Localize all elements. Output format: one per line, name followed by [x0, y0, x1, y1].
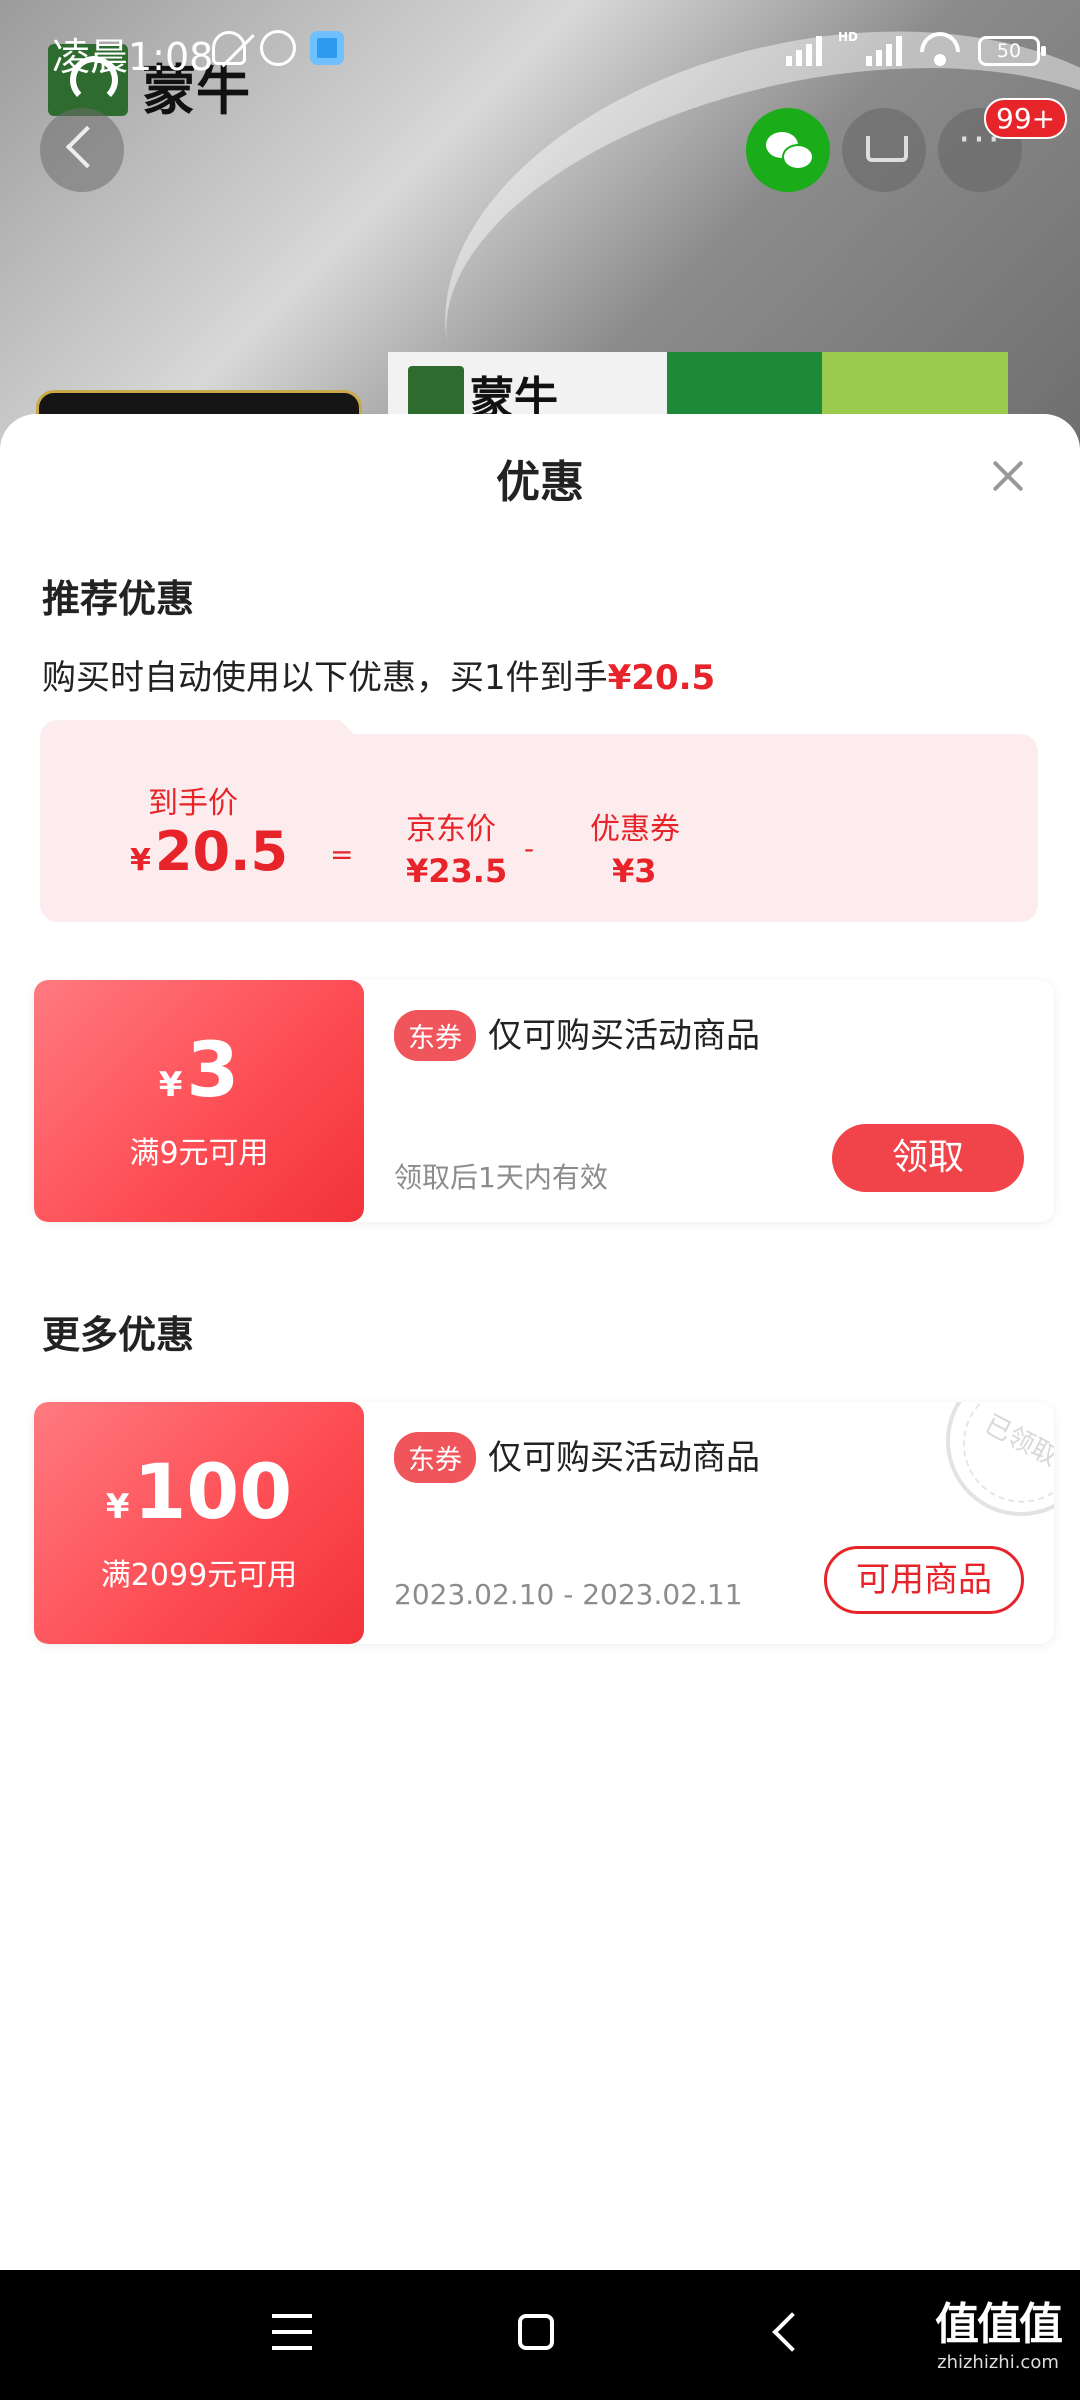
jd-price-value: ¥23.5 — [406, 852, 508, 890]
coupon-condition: 满9元可用 — [129, 1136, 269, 1171]
claimed-stamp: 已领取 — [919, 1402, 1054, 1543]
watermark: 值值值 zhizhizhi.com — [928, 2288, 1068, 2373]
coupon-deduction-label: 优惠券 — [590, 812, 680, 847]
coupon-amount-panel: ¥100 满2099元可用 — [34, 1402, 364, 1644]
watermark-site: zhizhizhi.com — [937, 2352, 1059, 2373]
more-section-title: 更多优惠 — [42, 1313, 195, 1357]
recommended-section-title: 推荐优惠 — [42, 577, 195, 621]
signal-2-icon — [866, 34, 902, 66]
message-count-badge: 99+ — [984, 98, 1068, 139]
description-price: ¥20.5 — [607, 658, 716, 698]
coupon-scope: 仅可购买活动商品 — [488, 1438, 760, 1478]
coupon-card: ¥3 满9元可用 东券 仅可购买活动商品 领取后1天内有效 领取 — [34, 980, 1054, 1222]
price-breakdown: 到手价 ¥20.5 = 京东价 ¥23.5 - 优惠券 ¥3 — [40, 720, 1038, 922]
recents-menu-icon[interactable] — [272, 2314, 312, 2350]
signal-icon — [785, 34, 822, 66]
minus-sign: - — [524, 832, 535, 865]
description-text: 购买时自动使用以下优惠，买1件到手 — [42, 658, 608, 698]
final-price-label: 到手价 — [148, 786, 238, 821]
coupon-condition: 满2099元可用 — [100, 1558, 298, 1593]
cart-button[interactable] — [842, 108, 926, 192]
app-notification-icon — [310, 31, 344, 65]
wechat-share-button[interactable] — [746, 108, 830, 192]
coupon-amount-panel: ¥3 满9元可用 — [34, 980, 364, 1222]
hd-label: HD — [837, 30, 858, 44]
coupon-amount: ¥100 — [105, 1447, 293, 1536]
watermark-text: 值值值 — [935, 2299, 1063, 2350]
coupon-validity: 领取后1天内有效 — [394, 1161, 608, 1194]
home-icon[interactable] — [518, 2314, 554, 2350]
status-icons-left — [212, 30, 344, 66]
coupon-type-tag: 东券 — [394, 1010, 476, 1061]
recommended-description: 购买时自动使用以下优惠，买1件到手¥20.5 — [42, 650, 715, 699]
jd-price-label: 京东价 — [406, 812, 496, 847]
coupon-validity: 2023.02.10 - 2023.02.11 — [394, 1578, 743, 1611]
battery-icon: 50 — [978, 36, 1046, 66]
wifi-icon — [918, 32, 962, 66]
status-time: 凌晨1:08 — [52, 35, 214, 79]
system-nav-bar: 值值值 zhizhizhi.com — [0, 2270, 1080, 2400]
nav-back-icon[interactable] — [772, 2312, 812, 2352]
equals-sign: = — [330, 838, 354, 871]
sheet-title: 优惠 — [496, 457, 584, 508]
coupon-scope: 仅可购买活动商品 — [488, 1016, 760, 1056]
status-icons-right: HD 50 — [785, 30, 1046, 66]
final-price-value: ¥20.5 — [130, 820, 289, 883]
cart-icon — [866, 136, 908, 162]
close-icon[interactable] — [988, 456, 1028, 496]
back-button[interactable] — [40, 108, 124, 192]
status-bar: 凌晨1:08 HD 50 — [0, 20, 1080, 84]
alarm-icon — [260, 30, 296, 66]
coupon-amount: ¥3 — [158, 1025, 240, 1114]
back-arrow-icon — [65, 125, 109, 169]
mute-bell-icon — [212, 31, 246, 65]
coupon-type-tag: 东券 — [394, 1432, 476, 1483]
eligible-goods-button[interactable]: 可用商品 — [824, 1546, 1024, 1614]
promotion-sheet: 优惠 推荐优惠 购买时自动使用以下优惠，买1件到手¥20.5 到手价 ¥20.5… — [0, 414, 1080, 2270]
coupon-card: ¥100 满2099元可用 已领取 东券 仅可购买活动商品 2023.02.10… — [34, 1402, 1054, 1644]
claim-coupon-button[interactable]: 领取 — [832, 1124, 1024, 1192]
coupon-deduction-value: ¥3 — [612, 852, 657, 890]
